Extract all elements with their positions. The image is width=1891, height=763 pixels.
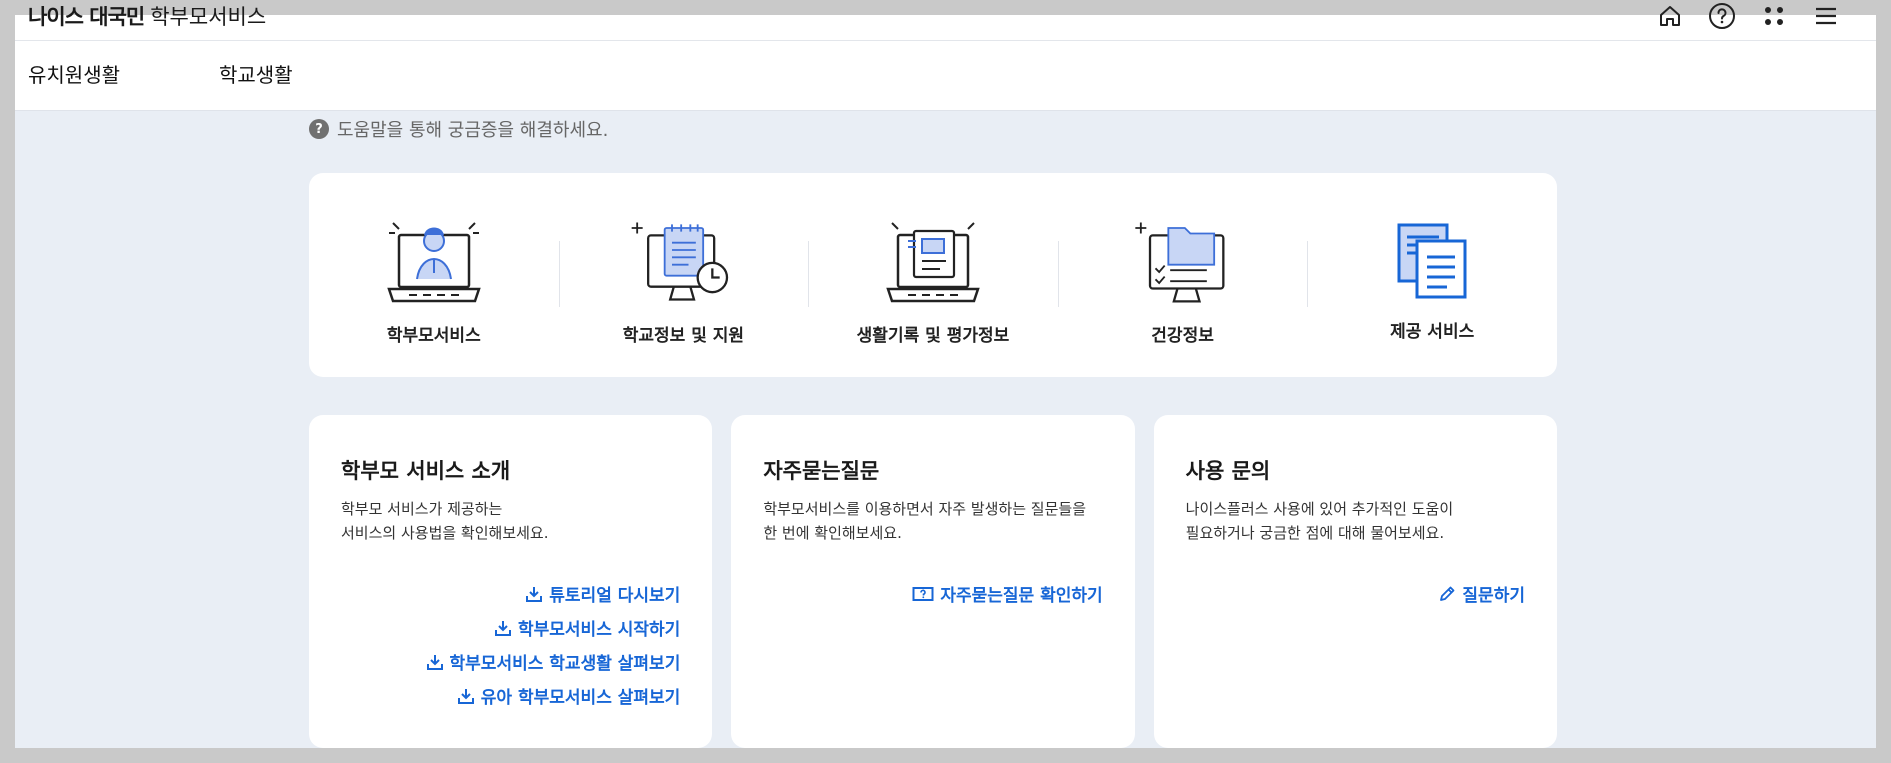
service-school-info[interactable]: 학교정보 및 지원 <box>558 173 809 377</box>
card-title: 학부모 서비스 소개 <box>341 459 511 483</box>
header-icons <box>1654 0 1842 32</box>
documents-icon <box>1377 211 1487 311</box>
parent-laptop-icon <box>379 211 489 311</box>
link-label: 질문하기 <box>1462 586 1525 606</box>
download-icon <box>426 654 443 670</box>
link-tutorial-replay[interactable]: 튜토리얼 다시보기 <box>525 581 680 606</box>
card-faq: 자주묻는질문 학부모서비스를 이용하면서 자주 발생하는 질문들을 한 번에 확… <box>731 415 1135 748</box>
faq-icon <box>912 586 934 601</box>
link-label: 학부모서비스 학교생활 살펴보기 <box>449 654 681 674</box>
info-cards: 학부모 서비스 소개 학부모 서비스가 제공하는 서비스의 사용법을 확인해보세… <box>309 415 1557 748</box>
card-description: 학부모 서비스가 제공하는 서비스의 사용법을 확인해보세요. <box>341 500 549 542</box>
apps-icon[interactable] <box>1758 0 1790 32</box>
download-icon <box>495 620 511 636</box>
card-description: 학부모서비스를 이용하면서 자주 발생하는 질문들을 한 번에 확인해보세요. <box>763 500 1087 542</box>
card-description: 나이스플러스 사용에 있어 추가적인 도움이 필요하거나 궁금한 점에 대해 물… <box>1185 500 1454 542</box>
link-ask-question[interactable]: 질문하기 <box>1438 581 1525 606</box>
record-laptop-icon <box>878 211 988 311</box>
link-label: 자주묻는질문 확인하기 <box>940 586 1103 606</box>
brand-logo[interactable]: 나이스 대국민 학부모서비스 <box>28 0 266 32</box>
brand-bold: 나이스 대국민 <box>28 5 145 29</box>
service-label: 건강정보 <box>1151 326 1214 346</box>
link-view-faq[interactable]: 자주묻는질문 확인하기 <box>912 581 1103 606</box>
app-window: 나이스 대국민 학부모서비스 유치원생활 학교생활 ? 도움말을 통해 궁금증을… <box>15 0 1876 748</box>
card-title: 자주묻는질문 <box>763 459 880 483</box>
header: 나이스 대국민 학부모서비스 유치원생활 학교생활 <box>15 3 1876 111</box>
brand-rest: 학부모서비스 <box>150 5 267 29</box>
service-shortcuts: 학부모서비스 학교정보 및 지원 생활기록 및 평가정보 건강정보 제공 서비스 <box>309 173 1557 377</box>
service-label: 생활기록 및 평가정보 <box>856 326 1010 346</box>
home-icon[interactable] <box>1654 0 1686 32</box>
card-links: 튜토리얼 다시보기 학부모서비스 시작하기 학부모서비스 학교생활 살펴보기 유… <box>426 581 681 708</box>
nav-item-school-life[interactable]: 학교생활 <box>219 59 293 88</box>
link-label: 튜토리얼 다시보기 <box>549 586 681 606</box>
service-label: 학부모서비스 <box>386 326 481 346</box>
health-folder-monitor-icon <box>1128 211 1238 311</box>
main-nav: 유치원생활 학교생활 <box>28 59 293 88</box>
card-links: 질문하기 <box>1438 581 1525 606</box>
card-links: 자주묻는질문 확인하기 <box>912 581 1103 606</box>
service-parent[interactable]: 학부모서비스 <box>309 173 559 377</box>
service-label: 제공 서비스 <box>1390 322 1475 342</box>
help-badge-icon: ? <box>309 119 329 139</box>
service-health[interactable]: 건강정보 <box>1057 173 1308 377</box>
service-provided[interactable]: 제공 서비스 <box>1307 173 1557 377</box>
help-icon[interactable] <box>1706 0 1738 32</box>
link-label: 유아 학부모서비스 살펴보기 <box>480 688 681 708</box>
download-icon <box>457 688 474 704</box>
header-divider <box>15 40 1876 41</box>
service-label: 학교정보 및 지원 <box>622 326 745 346</box>
link-preschool-tour[interactable]: 유아 학부모서비스 살펴보기 <box>457 683 681 708</box>
nav-item-kindergarten[interactable]: 유치원생활 <box>28 59 219 88</box>
link-start-service[interactable]: 학부모서비스 시작하기 <box>494 615 680 640</box>
menu-icon[interactable] <box>1810 0 1842 32</box>
card-service-intro: 학부모 서비스 소개 학부모 서비스가 제공하는 서비스의 사용법을 확인해보세… <box>309 415 713 748</box>
link-label: 학부모서비스 시작하기 <box>518 620 681 640</box>
download-icon <box>526 586 543 602</box>
link-school-life-tour[interactable]: 학부모서비스 학교생활 살펴보기 <box>426 649 681 674</box>
service-records[interactable]: 생활기록 및 평가정보 <box>808 173 1058 377</box>
top-strip <box>15 0 1876 15</box>
pencil-icon <box>1440 586 1455 601</box>
school-info-monitor-icon <box>628 211 738 311</box>
help-hint: ? 도움말을 통해 궁금증을 해결하세요. <box>309 116 608 142</box>
card-title: 사용 문의 <box>1185 459 1271 483</box>
help-text: 도움말을 통해 궁금증을 해결하세요. <box>337 120 609 141</box>
card-inquiry: 사용 문의 나이스플러스 사용에 있어 추가적인 도움이 필요하거나 궁금한 점… <box>1153 415 1557 748</box>
